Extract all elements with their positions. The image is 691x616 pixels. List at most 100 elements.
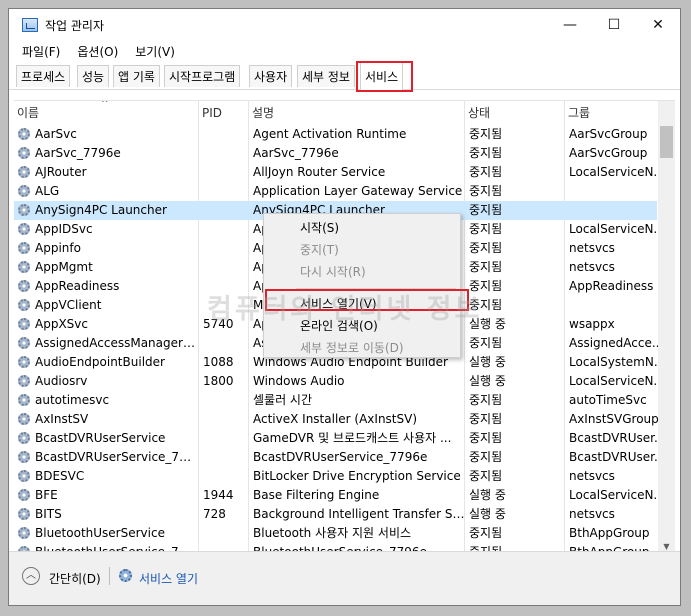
service-name-text: AppVClient bbox=[35, 298, 102, 312]
service-state: 중지됨 bbox=[469, 165, 503, 179]
table-row[interactable]: autotimesvc 셀룰러 시간 중지됨 autoTimeSvc bbox=[14, 391, 657, 410]
gear-icon bbox=[18, 318, 30, 330]
tab-services[interactable]: 서비스 bbox=[360, 62, 404, 90]
table-row[interactable]: AarSvc_7796e AarSvc_7796e 중지됨 AarSvcGroup bbox=[14, 144, 657, 163]
menu-open-services[interactable]: 서비스 열기(V) bbox=[264, 293, 460, 315]
table-row[interactable]: AJRouter AllJoyn Router Service 중지됨 LocalSe… bbox=[14, 163, 665, 182]
service-name: AnySign4PC Launcher bbox=[18, 201, 198, 220]
table-row[interactable]: AxInstSV ActiveX Installer (AxInstSV) 중지됨 A… bbox=[14, 410, 659, 429]
service-name: AppXSvc bbox=[18, 315, 198, 334]
service-name: AssignedAccessManagerSvc bbox=[18, 334, 198, 353]
table-row[interactable]: BFE 1944 Base Filtering Engine 실행 중 LocalSer… bbox=[14, 486, 665, 505]
menu-restart[interactable]: 다시 시작(R) bbox=[264, 261, 460, 283]
service-name: BluetoothUserService bbox=[18, 524, 198, 543]
service-name: AppIDSvc bbox=[18, 220, 198, 239]
service-name-text: BcastDVRUserService bbox=[35, 431, 166, 445]
table-row[interactable]: BcastDVRUserService GameDVR 및 브로드캐스트 사용자 … bbox=[14, 429, 665, 448]
menu-options[interactable]: 옵션(O) bbox=[77, 43, 118, 60]
service-state: 실행 중 bbox=[469, 507, 506, 521]
service-state: 중지됨 bbox=[469, 222, 503, 236]
table-row[interactable]: BluetoothUserService Bluetooth 사용자 지원 서비스… bbox=[14, 524, 657, 543]
service-state: 실행 중 bbox=[469, 488, 506, 502]
service-description: BitLocker Drive Encryption Service bbox=[253, 469, 461, 483]
service-name-text: BFE bbox=[35, 488, 58, 502]
service-group: BcastDVRUser... bbox=[569, 431, 666, 445]
minimize-button[interactable]: — bbox=[548, 9, 592, 41]
service-pid: 1800 bbox=[203, 374, 234, 388]
column-pid[interactable]: PID bbox=[199, 101, 249, 125]
service-state: 중지됨 bbox=[469, 146, 503, 160]
service-description: Application Layer Gateway Service bbox=[253, 184, 463, 198]
gear-icon bbox=[18, 299, 30, 311]
open-services-link[interactable]: 서비스 열기 bbox=[139, 570, 198, 587]
table-row[interactable]: BcastDVRUserService_7796e BcastDVRUserSer… bbox=[14, 448, 665, 467]
service-state: 실행 중 bbox=[469, 355, 506, 369]
maximize-button[interactable]: ☐ bbox=[592, 9, 636, 41]
chevron-up-icon[interactable]: ︿ bbox=[22, 567, 40, 585]
service-group: autoTimeSvc bbox=[569, 393, 647, 407]
vertical-scrollbar[interactable]: ▼ bbox=[658, 101, 675, 554]
menu-file[interactable]: 파일(F) bbox=[22, 43, 60, 60]
service-state: 중지됨 bbox=[469, 393, 503, 407]
service-name-text: AudioEndpointBuilder bbox=[35, 355, 165, 369]
column-name[interactable]: 이름 bbox=[14, 101, 199, 125]
service-description: Bluetooth 사용자 지원 서비스 bbox=[253, 526, 412, 540]
collapse-button[interactable]: 간단히(D) bbox=[49, 570, 101, 587]
gear-icon bbox=[18, 166, 30, 178]
service-name: BFE bbox=[18, 486, 198, 505]
table-row[interactable]: BDESVC BitLocker Drive Encryption Service… bbox=[14, 467, 657, 486]
context-menu: 시작(S) 중지(T) 다시 시작(R) 서비스 열기(V) 온라인 검색(O)… bbox=[263, 213, 461, 358]
service-group: AarSvcGroup bbox=[569, 127, 648, 141]
service-state: 중지됨 bbox=[469, 127, 503, 141]
gear-icon bbox=[18, 451, 30, 463]
service-description: ActiveX Installer (AxInstSV) bbox=[253, 412, 418, 426]
column-group[interactable]: 그룹 bbox=[565, 101, 657, 125]
close-button[interactable]: ✕ bbox=[636, 9, 680, 41]
gear-icon bbox=[18, 470, 30, 482]
column-state[interactable]: 상태 bbox=[465, 101, 565, 125]
column-description[interactable]: 설명 bbox=[249, 101, 465, 125]
service-name: AppReadiness bbox=[18, 277, 198, 296]
service-description: Windows Audio bbox=[253, 374, 345, 388]
table-row[interactable]: Audiosrv 1800 Windows Audio 실행 중 LocalServic… bbox=[14, 372, 665, 391]
table-row[interactable]: ALG Application Layer Gateway Service 중지됨 bbox=[14, 182, 657, 201]
window-controls: — ☐ ✕ bbox=[548, 9, 680, 41]
service-name: AarSvc_7796e bbox=[18, 144, 198, 163]
service-group: wsappx bbox=[569, 317, 615, 331]
gear-icon bbox=[18, 261, 30, 273]
service-pid: 1088 bbox=[203, 355, 234, 369]
service-name-text: AssignedAccessManagerSvc bbox=[35, 336, 198, 350]
service-name: BDESVC bbox=[18, 467, 198, 486]
table-row[interactable]: BITS 728 Background Intelligent Transfer S… bbox=[14, 505, 657, 524]
scrollbar-thumb[interactable] bbox=[660, 126, 673, 158]
tab-processes[interactable]: 프로세스 bbox=[16, 65, 71, 87]
menu-search-online[interactable]: 온라인 검색(O) bbox=[264, 315, 460, 337]
menu-start[interactable]: 시작(S) bbox=[264, 217, 460, 239]
footer: ︿ 간단히(D) 서비스 열기 bbox=[9, 551, 680, 605]
tab-details[interactable]: 세부 정보 bbox=[297, 65, 355, 87]
service-description: AllJoyn Router Service bbox=[253, 165, 386, 179]
service-name: Audiosrv bbox=[18, 372, 198, 391]
service-description: Agent Activation Runtime bbox=[253, 127, 407, 141]
service-state: 중지됨 bbox=[469, 203, 503, 217]
service-description: Background Intelligent Transfer Ser... bbox=[253, 507, 465, 521]
menu-go-to-details[interactable]: 세부 정보로 이동(D) bbox=[264, 337, 460, 359]
service-name-text: AarSvc_7796e bbox=[35, 146, 121, 160]
service-name-text: BluetoothUserService bbox=[35, 526, 165, 540]
service-name-text: AppIDSvc bbox=[35, 222, 93, 236]
service-state: 중지됨 bbox=[469, 526, 503, 540]
service-name-text: AppXSvc bbox=[35, 317, 88, 331]
menu-view[interactable]: 보기(V) bbox=[135, 43, 175, 60]
tab-startup[interactable]: 시작프로그램 bbox=[164, 65, 241, 87]
services-gear-icon bbox=[119, 569, 132, 582]
table-row[interactable]: AarSvc Agent Activation Runtime 중지됨 AarSvcG… bbox=[14, 125, 657, 144]
tab-performance[interactable]: 성능 bbox=[77, 65, 110, 87]
service-group: netsvcs bbox=[569, 241, 615, 255]
tab-users[interactable]: 사용자 bbox=[249, 65, 293, 87]
task-manager-icon bbox=[22, 18, 38, 32]
title-bar[interactable]: 작업 관리자 — ☐ ✕ bbox=[9, 9, 680, 41]
service-state: 중지됨 bbox=[469, 469, 503, 483]
service-name-text: Appinfo bbox=[35, 241, 81, 255]
menu-stop[interactable]: 중지(T) bbox=[264, 239, 460, 261]
tab-app-history[interactable]: 앱 기록 bbox=[113, 65, 160, 87]
